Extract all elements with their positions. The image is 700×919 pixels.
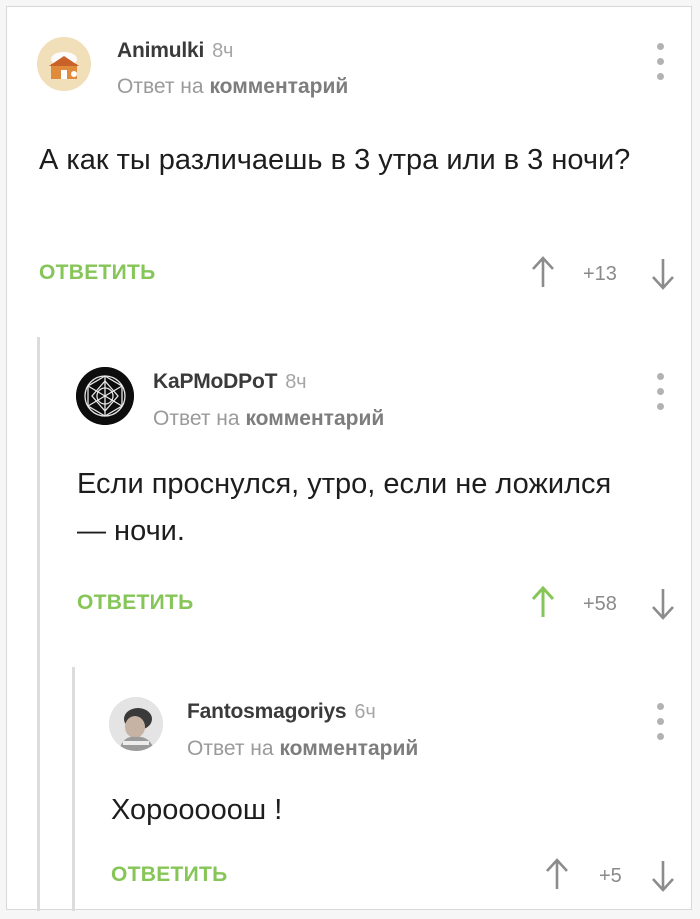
comment-rating: +5: [599, 865, 622, 887]
reply-button[interactable]: ОТВЕТИТЬ: [77, 591, 194, 615]
avatar[interactable]: [109, 697, 163, 751]
comment-text: Если проснулся, утро, если не ложился — …: [77, 468, 612, 547]
comment-3: Fantosmagoriys 6ч Ответ на комментарий Хо…: [7, 667, 691, 911]
more-options-icon[interactable]: [653, 373, 667, 413]
upvote-arrow-icon[interactable]: [545, 857, 569, 891]
reply-prefix: Ответ на: [117, 75, 204, 98]
author-name[interactable]: Fantosmagoriys: [187, 700, 347, 723]
comment-text: Хорооооош !: [111, 794, 283, 826]
reply-to-label: Ответ на комментарий: [153, 407, 384, 431]
comment-text: А как ты различаешь в 3 утра или в 3 ноч…: [39, 144, 631, 176]
house-logo-icon: [37, 37, 91, 91]
reply-prefix: Ответ на: [187, 737, 274, 760]
comment-time: 8ч: [285, 371, 307, 393]
comment-2: KaPMoDPoT 8ч Ответ на комментарий Если пр…: [7, 337, 691, 637]
comment-time: 6ч: [354, 701, 376, 723]
comment-author[interactable]: KaPMoDPoT 8ч: [153, 370, 307, 394]
author-name[interactable]: Animulki: [117, 39, 204, 62]
comment-rating: +58: [583, 593, 617, 615]
comment-rating: +13: [583, 263, 617, 285]
reply-target-link[interactable]: комментарий: [245, 407, 384, 430]
comment-time: 8ч: [212, 40, 234, 62]
geometric-mandala-icon: [76, 367, 134, 425]
comment-thread: Animulki 8ч Ответ на комментарий А как ты…: [6, 6, 692, 911]
reply-to-label: Ответ на комментарий: [187, 737, 418, 761]
avatar[interactable]: [76, 367, 134, 425]
reply-button[interactable]: ОТВЕТИТЬ: [111, 863, 228, 887]
author-name[interactable]: KaPMoDPoT: [153, 370, 277, 393]
reply-target-link[interactable]: комментарий: [209, 75, 348, 98]
user-photo-avatar: [109, 697, 163, 751]
more-options-icon[interactable]: [653, 43, 667, 83]
downvote-arrow-icon[interactable]: [651, 587, 675, 621]
downvote-arrow-icon[interactable]: [651, 859, 675, 893]
comment-author[interactable]: Animulki 8ч: [117, 39, 233, 63]
comment-1: Animulki 8ч Ответ на комментарий А как ты…: [7, 7, 691, 307]
reply-to-label: Ответ на комментарий: [117, 75, 348, 99]
more-options-icon[interactable]: [653, 703, 667, 743]
upvote-arrow-icon[interactable]: [531, 585, 555, 619]
reply-target-link[interactable]: комментарий: [279, 737, 418, 760]
reply-button[interactable]: ОТВЕТИТЬ: [39, 261, 156, 285]
reply-prefix: Ответ на: [153, 407, 240, 430]
downvote-arrow-icon[interactable]: [651, 257, 675, 291]
upvote-arrow-icon[interactable]: [531, 255, 555, 289]
avatar[interactable]: [37, 37, 91, 91]
comment-author[interactable]: Fantosmagoriys 6ч: [187, 700, 376, 724]
